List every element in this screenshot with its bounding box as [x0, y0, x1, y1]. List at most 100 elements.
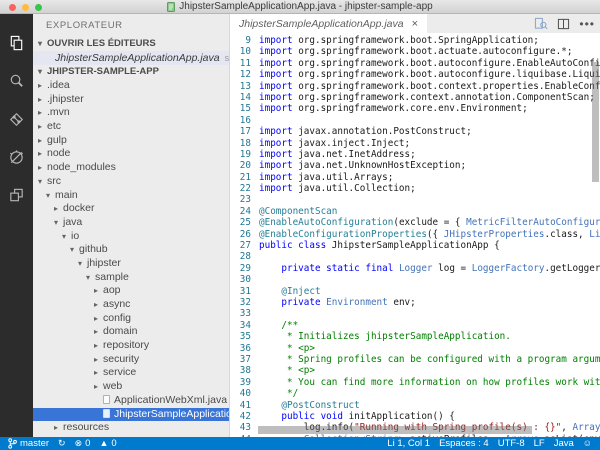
code-line[interactable]: 40 */ — [230, 388, 600, 399]
code-line[interactable]: 35 * Initializes jhipsterSampleApplicati… — [230, 331, 600, 342]
git-branch-status-item[interactable]: master — [8, 438, 49, 449]
status-label: 0 — [85, 438, 90, 449]
open-preview-icon[interactable] — [534, 17, 548, 30]
code-line[interactable]: 12import org.springframework.boot.autoco… — [230, 69, 600, 80]
code-line[interactable]: 24@ComponentScan — [230, 206, 600, 217]
tree-item[interactable]: JhipsterSampleApplicationApp.java — [33, 408, 229, 422]
tree-item[interactable]: ▾io — [33, 230, 229, 244]
tree-item[interactable]: ▸resources — [33, 421, 229, 435]
warning-status-item[interactable]: ▲0 — [99, 437, 116, 450]
split-editor-icon[interactable] — [557, 18, 570, 30]
more-actions-icon[interactable]: ••• — [579, 15, 595, 33]
sync-status-item[interactable]: ↻ — [58, 437, 66, 450]
close-window-button[interactable] — [9, 4, 16, 11]
chevron-right-icon: ▸ — [38, 161, 47, 175]
debug-icon[interactable] — [0, 138, 33, 176]
tree-item[interactable]: ▸security — [33, 353, 229, 367]
tree-item[interactable]: ▸node_modules — [33, 161, 229, 175]
code-line[interactable]: 37 * Spring profiles can be configured w… — [230, 354, 600, 365]
code-line[interactable]: 25@EnableAutoConfiguration(exclude = { M… — [230, 217, 600, 228]
line-content: @ComponentScan — [259, 206, 337, 217]
status-item[interactable]: Li 1, Col 1 — [387, 438, 430, 449]
tree-item[interactable]: ▸domain — [33, 325, 229, 339]
tree-item[interactable]: ▸.mvn — [33, 106, 229, 120]
code-line[interactable]: 23 — [230, 194, 600, 205]
tree-item[interactable]: ▸async — [33, 298, 229, 312]
tree-item[interactable]: ▸web — [33, 380, 229, 394]
tree-item[interactable]: ▸.idea — [33, 79, 229, 93]
tree-item[interactable]: ApplicationWebXml.java — [33, 394, 229, 408]
code-line[interactable]: 39 * You can find more information on ho… — [230, 377, 600, 388]
line-number: 28 — [230, 251, 251, 262]
tree-item[interactable]: ▸gulp — [33, 134, 229, 148]
line-number: 42 — [230, 411, 251, 422]
open-editor-item[interactable]: JhipsterSampleApplicationApp.javasrc/m..… — [33, 51, 229, 65]
status-item[interactable]: Java — [554, 438, 574, 449]
tree-item[interactable]: ▸docker — [33, 202, 229, 216]
code-editor[interactable]: 9import org.springframework.boot.SpringA… — [230, 33, 600, 437]
code-line[interactable]: 15import org.springframework.core.env.En… — [230, 103, 600, 114]
code-line[interactable]: 26@EnableConfigurationProperties({ JHips… — [230, 229, 600, 240]
code-line[interactable]: 22import java.util.Collection; — [230, 183, 600, 194]
horizontal-scrollbar[interactable] — [258, 426, 532, 434]
feedback-smiley-status-item[interactable]: ☺ — [583, 437, 592, 450]
tree-item[interactable]: ▸node — [33, 147, 229, 161]
minimize-window-button[interactable] — [22, 4, 29, 11]
vertical-scrollbar[interactable] — [592, 62, 599, 182]
zoom-window-button[interactable] — [35, 4, 42, 11]
git-branch-icon — [8, 438, 17, 449]
code-line[interactable]: 16 — [230, 115, 600, 126]
code-line[interactable]: 27public class JhipsterSampleApplication… — [230, 240, 600, 251]
code-line[interactable]: 34 /** — [230, 320, 600, 331]
tree-item[interactable]: ▾jhipster — [33, 257, 229, 271]
error-status-item[interactable]: ⊗0 — [75, 437, 91, 450]
code-line[interactable]: 17import javax.annotation.PostConstruct; — [230, 126, 600, 137]
code-line[interactable]: 13import org.springframework.boot.contex… — [230, 81, 600, 92]
tree-item[interactable]: ▾src — [33, 175, 229, 189]
code-line[interactable]: 33 — [230, 308, 600, 319]
open-editors-header[interactable]: ▾OUVRIR LES ÉDITEURS — [33, 37, 229, 51]
code-line[interactable]: 29 private static final Logger log = Log… — [230, 263, 600, 274]
tree-item[interactable]: ▸etc — [33, 120, 229, 134]
code-line[interactable]: 19import java.net.InetAddress; — [230, 149, 600, 160]
code-line[interactable]: 41 @PostConstruct — [230, 400, 600, 411]
code-line[interactable]: 31 @Inject — [230, 286, 600, 297]
status-item[interactable]: LF — [534, 438, 545, 449]
tree-item[interactable]: ▸config — [33, 312, 229, 326]
project-tree-header[interactable]: ▾JHIPSTER-SAMPLE-APP — [33, 65, 229, 79]
tree-item-label: aop — [103, 284, 121, 296]
code-line[interactable]: 21import java.util.Arrays; — [230, 172, 600, 183]
code-line[interactable]: 28 — [230, 251, 600, 262]
tree-item[interactable]: ▾java — [33, 216, 229, 230]
code-line[interactable]: 9import org.springframework.boot.SpringA… — [230, 35, 600, 46]
tree-item[interactable]: ▾main — [33, 189, 229, 203]
tree-item[interactable]: ▾github — [33, 243, 229, 257]
tree-item[interactable]: ▸aop — [33, 284, 229, 298]
code-line[interactable]: 18import javax.inject.Inject; — [230, 138, 600, 149]
line-number: 16 — [230, 115, 251, 126]
close-tab-icon[interactable]: × — [412, 18, 418, 30]
code-line[interactable]: 20import java.net.UnknownHostException; — [230, 160, 600, 171]
code-line[interactable]: 42 public void initApplication() { — [230, 411, 600, 422]
code-line[interactable]: 36 * <p> — [230, 343, 600, 354]
tree-item[interactable]: ▸.jhipster — [33, 93, 229, 107]
code-line[interactable]: 38 * <p> — [230, 365, 600, 376]
code-line[interactable]: 30 — [230, 274, 600, 285]
line-number: 11 — [230, 58, 251, 69]
search-icon[interactable] — [0, 62, 33, 100]
tree-item[interactable]: ▸repository — [33, 339, 229, 353]
explorer-icon[interactable] — [0, 24, 33, 62]
tree-item[interactable]: ▾sample — [33, 271, 229, 285]
code-line[interactable]: 32 private Environment env; — [230, 297, 600, 308]
code-line[interactable]: 10import org.springframework.boot.actuat… — [230, 46, 600, 57]
code-line[interactable]: 11import org.springframework.boot.autoco… — [230, 58, 600, 69]
sync-icon: ↻ — [58, 437, 66, 450]
extensions-icon[interactable] — [0, 176, 33, 214]
tree-item-label: node_modules — [47, 161, 116, 173]
status-item[interactable]: UTF-8 — [498, 438, 525, 449]
code-line[interactable]: 14import org.springframework.context.ann… — [230, 92, 600, 103]
source-control-icon[interactable] — [0, 100, 33, 138]
tree-item[interactable]: ▸service — [33, 366, 229, 380]
status-item[interactable]: Espaces : 4 — [439, 438, 489, 449]
editor-tab[interactable]: JhipsterSampleApplicationApp.java × — [230, 14, 427, 33]
